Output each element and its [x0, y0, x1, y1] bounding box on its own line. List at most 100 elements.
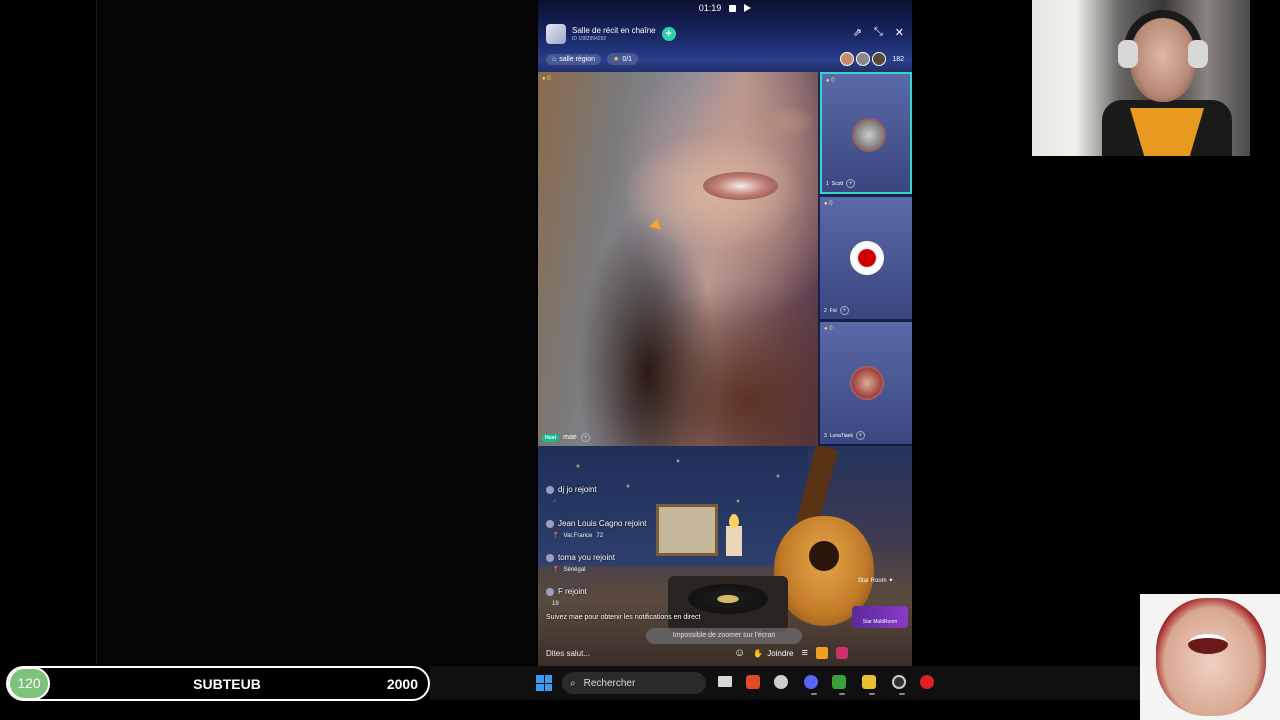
- room-title: Salle de récit en chaîne: [572, 26, 656, 35]
- gift-icon[interactable]: [815, 647, 828, 659]
- obs-icon[interactable]: [892, 675, 906, 689]
- viewer-avatars[interactable]: 182: [840, 52, 904, 66]
- viewer-count: 182: [892, 55, 904, 63]
- seat-add-button[interactable]: +: [855, 431, 865, 440]
- follow-host-button[interactable]: +: [580, 433, 590, 442]
- subgoal-bar: 120 SUBTEUB 2000: [6, 666, 430, 701]
- candle-image: [726, 526, 742, 556]
- live-room-app: 01:19 Salle de récit en chaîne ID 108299…: [538, 0, 912, 666]
- settings-app-icon[interactable]: [774, 675, 788, 689]
- room-background: dj jo rejoint ♂ Jean Louis Cagno rejoint…: [538, 446, 912, 666]
- location-icon: 📍: [552, 533, 560, 539]
- screen: 01:19 Salle de récit en chaîne ID 108299…: [0, 0, 1280, 720]
- avatar: [852, 118, 886, 152]
- brave-browser-icon[interactable]: [746, 675, 760, 689]
- mouse-cursor-icon: [649, 218, 665, 234]
- room-header[interactable]: Salle de récit en chaîne ID 1082994292 +: [546, 22, 676, 46]
- host-name: mae: [563, 434, 577, 441]
- seat-label: 1 Scott +: [826, 179, 856, 188]
- chat-message: dj jo rejoint: [546, 484, 647, 495]
- running-indicator: [811, 693, 817, 695]
- seat-2[interactable]: ● 0 2 Fst +: [820, 197, 912, 319]
- location-icon: 📍: [552, 567, 560, 573]
- close-icon[interactable]: ✕: [895, 26, 904, 39]
- headset-image: [1188, 40, 1208, 68]
- seat-add-button[interactable]: +: [846, 179, 856, 188]
- play-icon: [744, 4, 752, 12]
- avatar: [856, 52, 871, 66]
- record-player-image: [688, 584, 768, 614]
- guest-seats: ● 0 1 Scott + ● 0 2 Fst + ● 0 3 LunaTiae…: [818, 72, 912, 446]
- chat-meta: 📍 Var,France 72: [552, 531, 647, 542]
- tiktok-app-icon[interactable]: [862, 675, 876, 689]
- running-indicator: [869, 693, 875, 695]
- seats-chip[interactable]: ★ 0/1: [607, 53, 639, 65]
- room-id: ID 1082994292: [572, 36, 607, 42]
- menu-icon[interactable]: ≡: [801, 647, 807, 659]
- candle-image: [729, 514, 739, 528]
- coin-count: ● 0: [824, 326, 833, 332]
- webcam-streamer: [1032, 0, 1250, 156]
- avatar: [872, 52, 887, 66]
- webcam-image: [1188, 634, 1228, 654]
- avatar: [850, 366, 884, 400]
- chat-message: F rejoint: [546, 586, 647, 597]
- task-view-icon[interactable]: [718, 676, 732, 687]
- subgoal-name: SUBTEUB: [193, 675, 261, 692]
- guitar-image: [809, 541, 839, 571]
- chat-meta: 📍 Sénégal: [552, 565, 647, 576]
- region-chip[interactable]: ⌂ salle région: [546, 53, 602, 65]
- seat-1[interactable]: ● 0 1 Scott +: [820, 72, 912, 194]
- minimize-icon[interactable]: ⤡: [874, 26, 883, 39]
- webcam-guest: [1140, 594, 1280, 720]
- discord-icon[interactable]: [804, 675, 818, 689]
- subgoal-count: 120: [8, 667, 50, 700]
- seat-label: 2 Fst +: [824, 306, 849, 315]
- running-indicator: [899, 693, 905, 695]
- chat-message: Jean Louis Cagno rejoint: [546, 518, 647, 529]
- headset-image: [1118, 40, 1138, 68]
- picture-frame-image: [656, 504, 718, 556]
- chat-message: toma you rejoint: [546, 552, 647, 563]
- youtube-app-icon[interactable]: [920, 675, 934, 689]
- left-empty-panel: [96, 0, 536, 664]
- chat-meta: 19: [552, 601, 559, 607]
- hand-icon: ✋: [753, 648, 764, 658]
- join-button[interactable]: ✋ Joindre: [753, 649, 793, 658]
- star-multiroom-button[interactable]: Star MultiRoom: [852, 606, 908, 628]
- green-app-icon[interactable]: [832, 675, 846, 689]
- room-info-row: ⌂ salle région ★ 0/1 182: [546, 52, 904, 66]
- coin-count: ● 0: [824, 201, 833, 207]
- host-video[interactable]: ● 0 Host mae +: [538, 72, 818, 446]
- follow-notice[interactable]: Suivez mae pour obtenir les notification…: [546, 614, 700, 621]
- host-label: Host mae +: [542, 433, 590, 442]
- subgoal-target: 2000: [386, 675, 418, 692]
- video-shade: [753, 107, 813, 137]
- notification-icon: [729, 4, 737, 12]
- gift-box-icon[interactable]: [835, 647, 848, 659]
- seat-3[interactable]: ● 0 3 LunaTiaek +: [820, 322, 912, 444]
- coin-count: ● 0: [826, 78, 835, 84]
- taskbar-search[interactable]: ⌕ Rechercher: [562, 672, 706, 694]
- webcam-image: [1156, 598, 1266, 716]
- running-indicator: [839, 693, 845, 695]
- host-tag: Host: [542, 433, 560, 442]
- seat-label: 3 LunaTiaek +: [824, 431, 865, 440]
- avatar: [840, 52, 855, 66]
- bottom-input-bar: Dites salut... ☺ ✋ Joindre ≡: [538, 642, 912, 664]
- windows-taskbar: ⌕ Rechercher: [430, 666, 1140, 700]
- status-bar: 01:19: [538, 0, 912, 16]
- windows-start-icon[interactable]: [536, 675, 552, 691]
- emoji-icon[interactable]: ☺: [734, 647, 745, 659]
- search-icon: ⌕: [570, 677, 576, 689]
- follow-room-button[interactable]: +: [661, 27, 676, 41]
- avatar: [850, 241, 884, 275]
- status-time: 01:19: [698, 3, 722, 13]
- video-shade: [703, 172, 778, 200]
- chat-input[interactable]: Dites salut...: [546, 649, 726, 658]
- share-icon[interactable]: ⇗: [853, 26, 862, 39]
- home-icon: ⌂: [552, 55, 557, 63]
- seat-add-button[interactable]: +: [839, 306, 849, 315]
- star-room-badge[interactable]: Star Room ✦: [858, 578, 906, 600]
- top-actions: ⇗ ⤡ ✕: [853, 26, 904, 39]
